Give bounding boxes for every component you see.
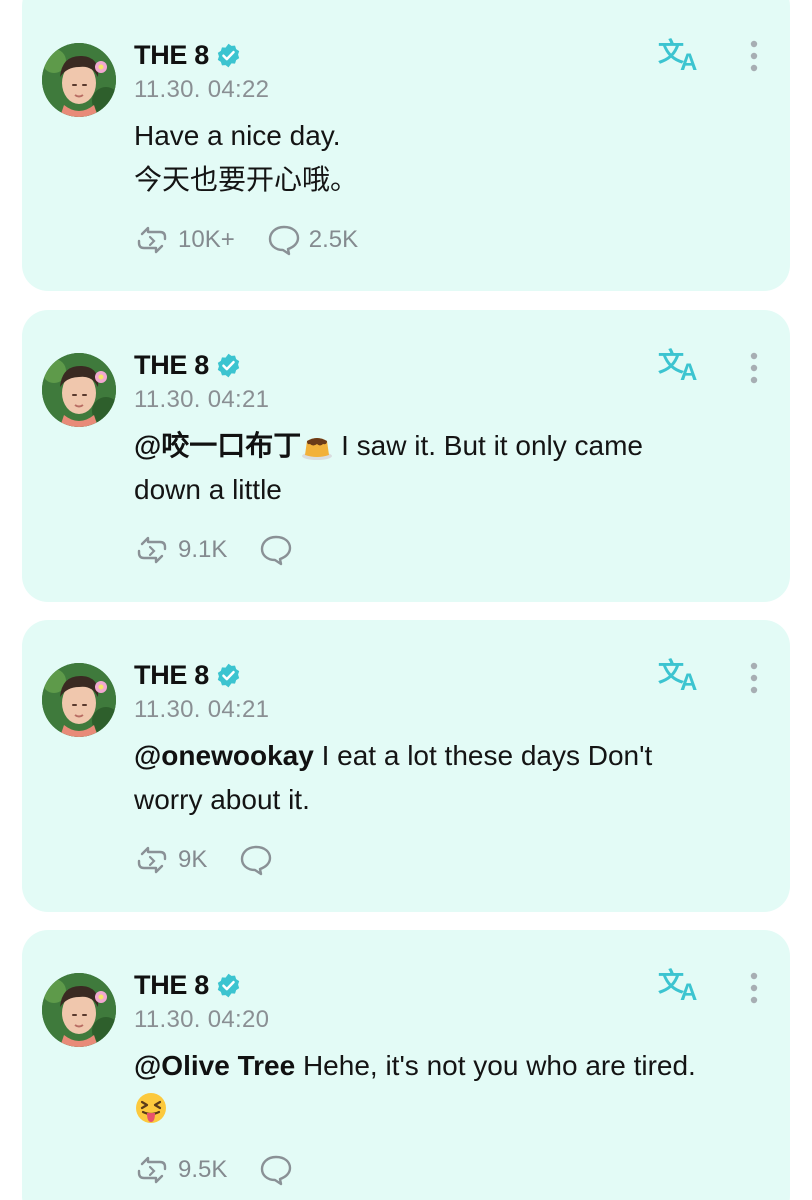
more-vertical-icon[interactable] (744, 970, 764, 1010)
post-stats: 9.5K (134, 1152, 333, 1188)
comment-icon (261, 535, 292, 566)
repost-count: 9.1K (178, 536, 228, 563)
avatar[interactable] (42, 43, 116, 117)
repost-button[interactable]: 10K+ (134, 225, 235, 255)
comment-button[interactable]: 2.5K (267, 224, 358, 256)
mention-link[interactable]: @Olive Tree (134, 1050, 295, 1081)
more-vertical-icon[interactable] (744, 38, 764, 78)
post-text-line (134, 1088, 754, 1132)
post-text: I eat a lot these days Don't (313, 740, 653, 771)
avatar[interactable] (42, 663, 116, 737)
post-stats: 10K+ 2.5K (134, 222, 390, 258)
author-row: THE 8 (134, 38, 242, 72)
post-text-line: @Olive Tree Hehe, it's not you who are t… (134, 1044, 754, 1088)
translate-icon[interactable]: 文 A (656, 344, 704, 384)
author-row: THE 8 (134, 658, 242, 692)
post-body: Have a nice day. 今天也要开心哦。 (134, 114, 754, 202)
post-timestamp: 11.30. 04:20 (134, 1006, 270, 1033)
author-name[interactable]: THE 8 (134, 660, 209, 691)
author-name[interactable]: THE 8 (134, 40, 209, 71)
avatar[interactable] (42, 353, 116, 427)
translate-icon[interactable]: 文 A (656, 654, 704, 694)
repost-button[interactable]: 9.5K (134, 1155, 227, 1185)
post-stats: 9K (134, 842, 313, 878)
post-card[interactable]: THE 8 11.30. 04:22 文 A Have a nice day. … (22, 0, 790, 291)
repost-button[interactable]: 9K (134, 845, 207, 875)
comment-button[interactable] (259, 534, 301, 566)
repost-icon (137, 846, 167, 874)
verified-badge-icon (217, 353, 240, 377)
translate-icon[interactable]: 文 A (656, 34, 704, 74)
post-body: @onewookay I eat a lot these days Don't … (134, 734, 754, 822)
comment-icon (268, 225, 299, 256)
post-timestamp: 11.30. 04:21 (134, 696, 270, 723)
author-row: THE 8 (134, 348, 242, 382)
svg-text:A: A (680, 979, 697, 1004)
post-text: Hehe, it's not you who are tired. (295, 1050, 696, 1081)
post-body: @咬一口布丁 I saw it. But it only came down a… (134, 424, 754, 512)
squinting-tongue-emoji (136, 1093, 166, 1123)
repost-count: 10K+ (178, 226, 235, 253)
svg-text:A: A (680, 49, 697, 74)
author-name[interactable]: THE 8 (134, 970, 209, 1001)
svg-text:A: A (680, 359, 697, 384)
post-text-line: down a little (134, 474, 282, 505)
author-row: THE 8 (134, 968, 242, 1002)
comment-button[interactable] (239, 844, 281, 876)
post-timestamp: 11.30. 04:22 (134, 76, 270, 103)
verified-badge-icon (217, 973, 240, 997)
author-name[interactable]: THE 8 (134, 350, 209, 381)
post-timestamp: 11.30. 04:21 (134, 386, 270, 413)
mention-link[interactable]: @咬一口布丁 (134, 430, 301, 461)
post-card[interactable]: THE 8 11.30. 04:20 文 A @Olive Tree Hehe,… (22, 930, 790, 1200)
repost-icon (137, 536, 167, 564)
post-stats: 9.1K (134, 532, 333, 568)
post-card[interactable]: THE 8 11.30. 04:21 文 A @onewookay I eat … (22, 620, 790, 912)
comment-button[interactable] (259, 1154, 301, 1186)
repost-icon (137, 1156, 167, 1184)
comment-icon (261, 1155, 292, 1186)
mention-link[interactable]: @onewookay (134, 740, 314, 771)
post-text-line: @onewookay I eat a lot these days Don't (134, 734, 754, 778)
pudding-emoji (302, 438, 333, 460)
post-card[interactable]: THE 8 11.30. 04:21 文 A @咬一口布丁 I saw it. … (22, 310, 790, 602)
comment-count: 2.5K (308, 226, 359, 253)
verified-badge-icon (217, 43, 240, 67)
translate-icon[interactable]: 文 A (656, 964, 704, 1004)
svg-text:A: A (680, 669, 697, 694)
post-text: I saw it. But it only came (333, 430, 643, 461)
repost-count: 9.5K (178, 1156, 228, 1183)
repost-icon (137, 226, 167, 254)
repost-button[interactable]: 9.1K (134, 535, 227, 565)
comment-icon (241, 845, 272, 876)
post-body: @Olive Tree Hehe, it's not you who are t… (134, 1044, 754, 1132)
avatar[interactable] (42, 973, 116, 1047)
more-vertical-icon[interactable] (744, 350, 764, 390)
post-text-line: 今天也要开心哦。 (134, 164, 359, 195)
post-text-line: Have a nice day. (134, 120, 341, 151)
repost-count: 9K (178, 846, 208, 873)
post-text-line: @咬一口布丁 I saw it. But it only came (134, 424, 754, 468)
more-vertical-icon[interactable] (744, 660, 764, 700)
weibo-feed: THE 8 11.30. 04:22 文 A Have a nice day. … (0, 0, 812, 1200)
post-text-line: worry about it. (134, 784, 310, 815)
verified-badge-icon (217, 663, 240, 687)
